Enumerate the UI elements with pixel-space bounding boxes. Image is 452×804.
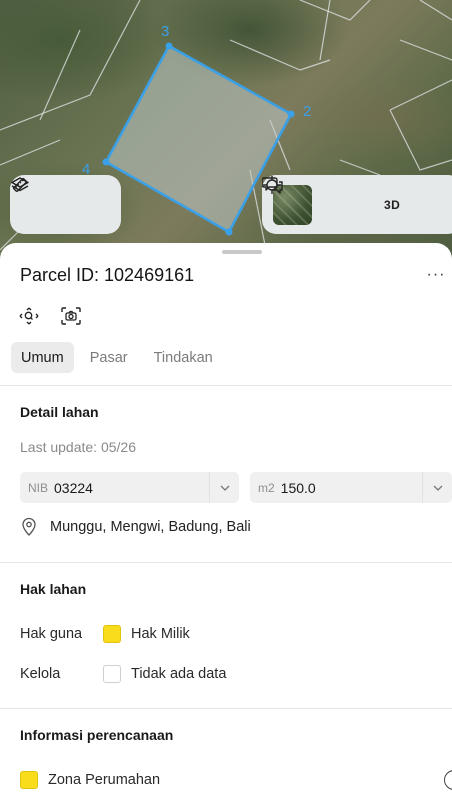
chat-compare-icon (262, 177, 283, 194)
area-dropdown-button[interactable] (422, 472, 452, 503)
sheet-drag-handle[interactable] (222, 250, 262, 254)
screenshot-button[interactable] (58, 305, 84, 327)
sheet-header: Parcel ID: 102469161 ··· (20, 263, 452, 287)
more-options-button[interactable]: ··· (424, 263, 448, 287)
camera-frame-icon (61, 307, 81, 325)
map-tools-left (10, 175, 121, 234)
3d-label: 3D (383, 197, 401, 212)
zone-text: Zona Perumahan (48, 772, 161, 788)
status-swatch (103, 625, 121, 643)
nib-dropdown-button[interactable] (209, 472, 239, 503)
divider (0, 562, 452, 563)
nib-prefix: NIB (28, 480, 49, 495)
last-update-text: Last update: 05/26 (20, 439, 136, 455)
right-row-kelola: Kelola Tidak ada data (20, 664, 226, 684)
map-tools-right: 3D (262, 175, 452, 234)
zone-info-button[interactable] (444, 770, 452, 790)
divider (0, 708, 452, 709)
nib-value: 03224 (54, 479, 93, 496)
zoom-to-parcel-button[interactable] (16, 305, 42, 327)
zone-row: Zona Perumahan (20, 770, 160, 790)
measure-ruler-icon (12, 177, 28, 193)
parcel-bottom-sheet: Parcel ID: 102469161 ··· Umum Pasar Tind… (0, 243, 452, 804)
rights-section-title: Hak lahan (20, 581, 87, 597)
status-swatch (103, 665, 121, 683)
parcel-title: Parcel ID: 102469161 (20, 264, 195, 285)
vertex-label: 2 (303, 103, 311, 120)
compare-button[interactable] (262, 177, 452, 225)
right-row-hak-guna: Hak guna Hak Milik (20, 624, 190, 644)
3d-toggle-button[interactable]: 3D (373, 185, 412, 225)
chevron-down-icon (220, 485, 229, 491)
chevron-down-icon (433, 485, 442, 491)
right-value: Hak Milik (131, 626, 190, 642)
vertex-label: 3 (161, 23, 169, 40)
measure-button[interactable] (12, 177, 108, 225)
right-key: Kelola (20, 666, 61, 682)
nib-field[interactable]: NIB 03224 (20, 472, 239, 503)
map-view[interactable]: 3 2 4 3D (0, 0, 452, 270)
location-pin-icon (22, 517, 36, 536)
right-key: Hak guna (20, 626, 83, 642)
zoom-to-parcel-icon (19, 307, 39, 325)
area-value: 150.0 (280, 479, 316, 496)
parcel-tools (16, 305, 84, 327)
detail-section-title: Detail lahan (20, 404, 99, 420)
tab-umum[interactable]: Umum (11, 342, 74, 373)
address-row: Munggu, Mengwi, Badung, Bali (20, 517, 251, 537)
divider (0, 385, 452, 386)
tab-tindakan[interactable]: Tindakan (144, 342, 223, 373)
sheet-tabs: Umum Pasar Tindakan (11, 342, 223, 373)
planning-section-title: Informasi perencanaan (20, 727, 174, 743)
right-value: Tidak ada data (131, 666, 227, 682)
address-text: Munggu, Mengwi, Badung, Bali (50, 519, 251, 535)
tab-pasar[interactable]: Pasar (80, 342, 138, 373)
locate-button[interactable] (263, 176, 361, 225)
area-prefix: m2 (258, 480, 275, 495)
area-field[interactable]: m2 150.0 (250, 472, 452, 503)
zone-swatch (20, 771, 38, 789)
